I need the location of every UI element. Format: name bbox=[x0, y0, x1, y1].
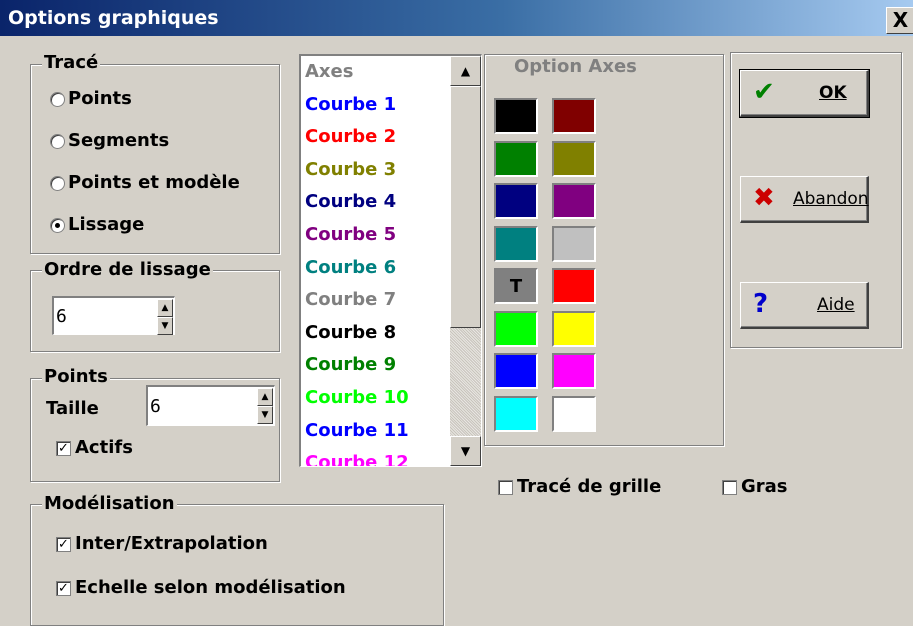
curve-list-item[interactable]: Courbe 6 bbox=[305, 254, 409, 287]
color-swatch[interactable] bbox=[494, 98, 538, 134]
checkbox-grid[interactable]: Tracé de grille bbox=[498, 477, 661, 497]
radio-icon bbox=[50, 91, 65, 107]
spin-down-icon[interactable]: ▼ bbox=[157, 317, 173, 335]
smoothing-group-label: Ordre de lissage bbox=[42, 259, 213, 280]
curve-list-item[interactable]: Courbe 4 bbox=[305, 188, 409, 221]
curve-list-item[interactable]: Courbe 3 bbox=[305, 156, 409, 189]
close-button[interactable]: X bbox=[886, 7, 913, 34]
color-swatch[interactable] bbox=[552, 98, 596, 134]
curve-list: Axes Courbe 1 Courbe 2 Courbe 3 Courbe 4 Cour… bbox=[305, 58, 409, 466]
ok-button[interactable]: ✔ OK bbox=[739, 69, 870, 118]
color-swatch[interactable] bbox=[494, 225, 538, 262]
modeling-group-label: Modélisation bbox=[42, 493, 177, 514]
radio-label: Segments bbox=[68, 130, 170, 151]
checkbox-label: Echelle selon modélisation bbox=[75, 577, 346, 598]
checkbox-label: Inter/Extrapolation bbox=[75, 533, 268, 554]
color-swatch[interactable] bbox=[494, 395, 538, 432]
radio-lissage[interactable]: Lissage bbox=[50, 215, 144, 235]
checkbox-bold[interactable]: Gras bbox=[722, 477, 788, 497]
radio-checked-icon bbox=[50, 217, 65, 233]
checkbox-label: Actifs bbox=[75, 437, 133, 458]
smoothing-order-spinner[interactable]: ▲▼ bbox=[52, 296, 175, 335]
checkbox-checked-icon: ✓ bbox=[56, 440, 71, 456]
checkbox-echelle-modelisation[interactable]: ✓ Echelle selon modélisation bbox=[56, 578, 346, 598]
checkmark-icon: ✔ bbox=[753, 77, 775, 107]
scroll-up-icon[interactable]: ▲ bbox=[450, 56, 481, 86]
radio-label: Lissage bbox=[68, 214, 145, 235]
curve-list-item[interactable]: Courbe 5 bbox=[305, 221, 409, 254]
curve-list-item[interactable]: Axes bbox=[305, 58, 409, 91]
ok-label: OK bbox=[819, 83, 847, 103]
color-swatch[interactable] bbox=[494, 140, 538, 177]
spin-up-icon[interactable]: ▲ bbox=[157, 299, 173, 317]
scroll-thumb[interactable] bbox=[450, 86, 481, 328]
color-swatch[interactable] bbox=[494, 310, 538, 347]
checkbox-checked-icon: ✓ bbox=[56, 536, 71, 552]
spin-down-icon[interactable]: ▼ bbox=[257, 406, 273, 424]
scroll-down-icon[interactable]: ▼ bbox=[450, 436, 481, 466]
point-size-spinner[interactable]: ▲▼ bbox=[146, 385, 275, 426]
curve-list-item[interactable]: Courbe 11 bbox=[305, 417, 409, 450]
checkbox-icon bbox=[722, 479, 737, 495]
curve-list-item[interactable]: Courbe 9 bbox=[305, 351, 409, 384]
curve-list-item[interactable]: Courbe 7 bbox=[305, 286, 409, 319]
color-swatch[interactable] bbox=[552, 225, 596, 262]
modeling-group bbox=[30, 504, 444, 626]
color-swatch[interactable] bbox=[552, 310, 596, 347]
question-mark-icon: ? bbox=[753, 289, 769, 319]
checkbox-checked-icon: ✓ bbox=[56, 580, 71, 596]
checkbox-inter-extrapolation[interactable]: ✓ Inter/Extrapolation bbox=[56, 534, 268, 554]
radio-points-et-modele[interactable]: Points et modèle bbox=[50, 173, 240, 193]
curve-list-item[interactable]: Courbe 8 bbox=[305, 319, 409, 352]
spin-up-icon[interactable]: ▲ bbox=[257, 388, 273, 406]
list-scrollbar[interactable]: ▲ ▼ bbox=[450, 56, 481, 466]
window-title: Options graphiques bbox=[8, 7, 219, 29]
axes-options-label: Option Axes bbox=[512, 56, 639, 77]
point-size-input[interactable] bbox=[148, 387, 230, 425]
color-swatch[interactable] bbox=[552, 395, 596, 432]
cancel-label: Abandon bbox=[793, 189, 869, 209]
curve-listbox[interactable]: Axes Courbe 1 Courbe 2 Courbe 3 Courbe 4 Cour… bbox=[299, 54, 482, 467]
size-label: Taille bbox=[46, 398, 99, 419]
color-swatch[interactable] bbox=[552, 268, 596, 304]
color-swatch[interactable] bbox=[552, 183, 596, 219]
title-bar: Options graphiques X bbox=[0, 0, 913, 36]
radio-label: Points bbox=[68, 88, 132, 109]
checkbox-label: Tracé de grille bbox=[517, 476, 662, 497]
help-label: Aide bbox=[817, 295, 855, 315]
points-group-label: Points bbox=[42, 366, 110, 387]
radio-segments[interactable]: Segments bbox=[50, 131, 169, 151]
checkbox-icon bbox=[498, 479, 513, 495]
cancel-button[interactable]: ✖ Abandon bbox=[740, 176, 869, 223]
curve-list-item[interactable]: Courbe 1 bbox=[305, 91, 409, 124]
smoothing-order-input[interactable] bbox=[54, 298, 136, 334]
checkbox-label: Gras bbox=[741, 476, 788, 497]
color-swatch[interactable]: T bbox=[494, 268, 538, 304]
curve-list-item[interactable]: Courbe 10 bbox=[305, 384, 409, 417]
radio-icon bbox=[50, 133, 65, 149]
color-swatch[interactable] bbox=[494, 353, 538, 389]
curve-list-item[interactable]: Courbe 2 bbox=[305, 123, 409, 156]
trace-group-label: Tracé bbox=[42, 52, 101, 73]
radio-points[interactable]: Points bbox=[50, 89, 132, 109]
color-swatch[interactable] bbox=[494, 183, 538, 219]
color-swatch[interactable] bbox=[552, 140, 596, 177]
help-button[interactable]: ? Aide bbox=[740, 282, 869, 329]
curve-list-item[interactable]: Courbe 12 bbox=[305, 449, 409, 466]
x-cross-icon: ✖ bbox=[753, 183, 775, 213]
color-swatch[interactable] bbox=[552, 353, 596, 389]
radio-icon bbox=[50, 175, 65, 191]
radio-label: Points et modèle bbox=[68, 172, 240, 193]
checkbox-actifs[interactable]: ✓ Actifs bbox=[56, 438, 133, 458]
